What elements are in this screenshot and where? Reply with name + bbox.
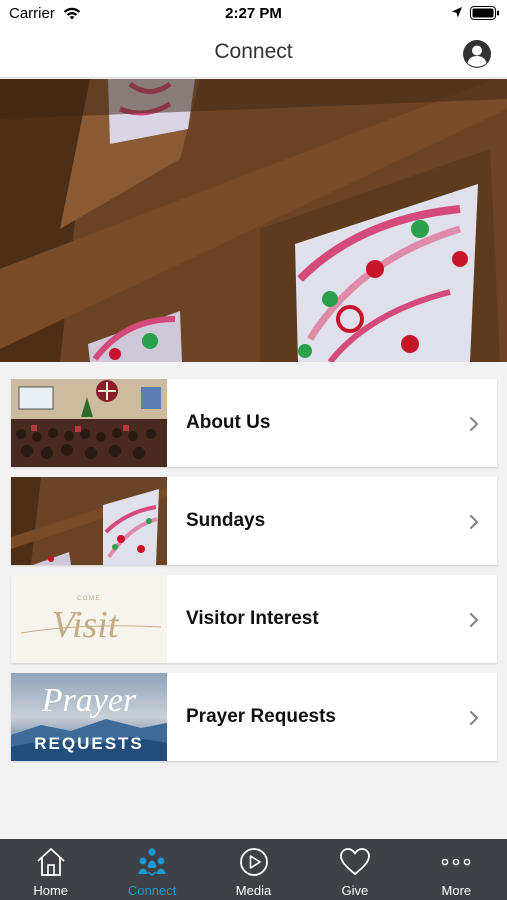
list-item-prayer-requests[interactable]: Prayer REQUESTS Prayer Requests	[11, 673, 497, 761]
list-item-label: Visitor Interest	[186, 608, 319, 629]
chevron-right-icon	[469, 710, 479, 726]
heart-icon	[340, 848, 370, 875]
list-item-label: About Us	[186, 412, 271, 433]
connect-list: About Us Sundays COME Visit Visitor Inte…	[11, 379, 497, 771]
thumb-requests-text: REQUESTS	[34, 734, 144, 753]
list-item-sundays[interactable]: Sundays	[11, 477, 497, 565]
chevron-right-icon	[469, 514, 479, 530]
hero-image	[0, 79, 507, 362]
status-bar: Carrier 2:27 PM	[0, 0, 507, 28]
about-us-thumbnail	[11, 379, 167, 467]
thumb-visit-text: Visit	[52, 604, 120, 646]
tab-label: Media	[235, 883, 272, 898]
tab-more[interactable]: More	[406, 839, 507, 900]
tab-give[interactable]: Give	[304, 839, 405, 900]
chevron-right-icon	[469, 416, 479, 432]
location-arrow-icon	[452, 7, 462, 18]
battery-icon	[470, 6, 499, 20]
tab-bar: Home Connect Media Give More	[0, 839, 507, 900]
tab-label: Home	[33, 883, 69, 898]
thumb-prayer-text: Prayer	[41, 682, 137, 719]
status-time: 2:27 PM	[225, 5, 282, 22]
tab-connect[interactable]: Connect	[101, 839, 202, 900]
list-item-visitor-interest[interactable]: COME Visit Visitor Interest	[11, 575, 497, 663]
prayer-requests-thumbnail: Prayer REQUESTS	[11, 673, 167, 761]
people-icon	[138, 848, 167, 876]
visitor-interest-thumbnail: COME Visit	[11, 575, 167, 663]
home-icon	[37, 848, 65, 876]
tab-label: More	[441, 883, 472, 898]
page-title: Connect	[214, 40, 293, 63]
thumb-come-text: COME	[77, 596, 101, 602]
tab-label: Give	[341, 883, 369, 898]
profile-icon[interactable]	[462, 39, 492, 69]
list-item-label: Sundays	[186, 510, 266, 531]
list-item-about-us[interactable]: About Us	[11, 379, 497, 467]
chevron-right-icon	[469, 612, 479, 628]
sundays-thumbnail	[11, 477, 167, 565]
list-item-label: Prayer Requests	[186, 706, 336, 727]
tab-media[interactable]: Media	[203, 839, 304, 900]
navigation-bar: Connect	[0, 28, 507, 78]
play-icon	[239, 848, 268, 876]
tab-label: Connect	[127, 883, 177, 898]
more-icon	[442, 858, 471, 866]
tab-home[interactable]: Home	[0, 839, 101, 900]
